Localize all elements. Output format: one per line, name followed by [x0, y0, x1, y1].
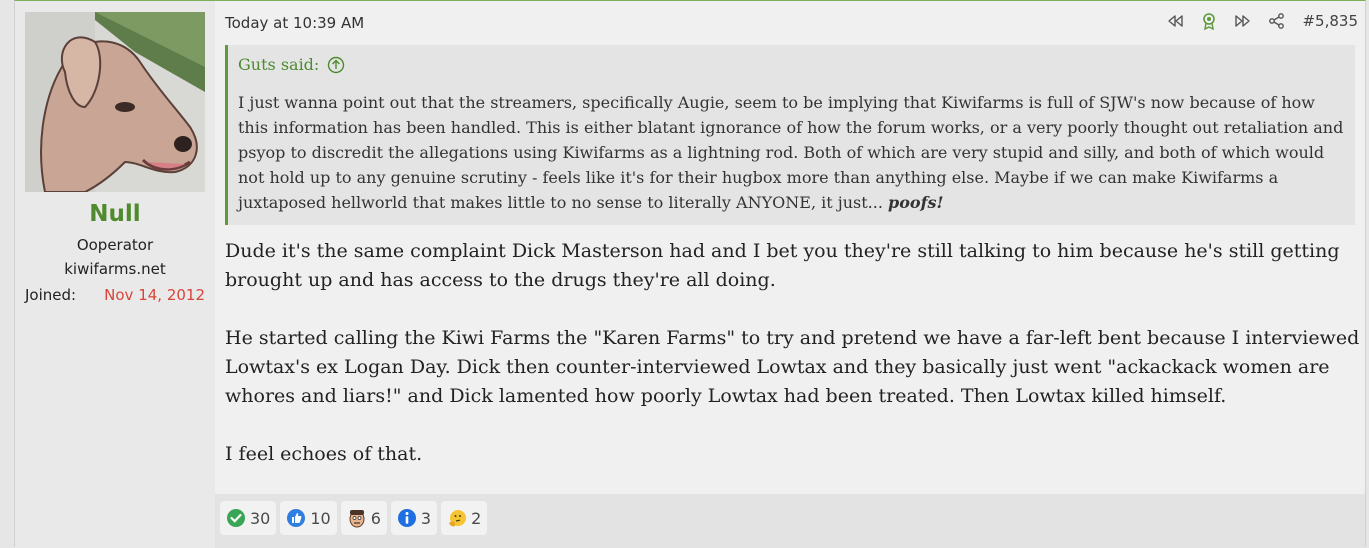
face-icon: [347, 508, 367, 528]
reaction-agree[interactable]: 30: [220, 501, 277, 535]
username[interactable]: Null: [15, 201, 215, 227]
user-info-panel: Null Ooperator kiwifarms.net Joined: Nov…: [15, 1, 215, 548]
reaction-face[interactable]: 6: [340, 501, 387, 535]
quote-text-body: I just wanna point out that the streamer…: [238, 93, 1344, 212]
post-paragraph: Dude it's the same complaint Dick Master…: [225, 240, 1340, 291]
reaction-count: 2: [471, 508, 482, 528]
quote-author[interactable]: Guts said:: [238, 55, 319, 74]
info-icon: [397, 508, 417, 528]
reaction-count: 10: [310, 508, 331, 528]
post-number[interactable]: #5,835: [1302, 12, 1358, 30]
post-timestamp[interactable]: Today at 10:39 AM: [225, 14, 364, 32]
reactions-bar: 30 10 6 3 2: [215, 494, 1365, 548]
reaction-count: 3: [420, 508, 432, 528]
quote-block: Guts said: I just wanna point out that t…: [225, 45, 1355, 225]
reaction-like[interactable]: 10: [280, 501, 337, 535]
reaction-count: 30: [250, 508, 271, 528]
post-paragraph: He started calling the Kiwi Farms the "K…: [225, 327, 1360, 407]
thumbs-up-icon: [286, 508, 306, 528]
arrow-up-circle-icon[interactable]: [327, 56, 345, 74]
user-host: kiwifarms.net: [64, 260, 166, 278]
share-icon[interactable]: [1268, 12, 1286, 30]
checkmark-icon: [226, 508, 246, 528]
joined-date: Nov 14, 2012: [104, 286, 205, 304]
reaction-informative[interactable]: 3: [390, 501, 438, 535]
reactions-list: 30 10 6 3 2: [220, 501, 488, 535]
post-body: Dude it's the same complaint Dick Master…: [225, 237, 1360, 498]
award-icon[interactable]: [1200, 12, 1218, 31]
quote-emphasis: poofs!: [888, 193, 944, 212]
user-avatar[interactable]: [25, 12, 205, 192]
post-actions: #5,835: [1166, 12, 1358, 31]
rewind-icon[interactable]: [1166, 12, 1184, 30]
quote-header[interactable]: Guts said:: [238, 55, 1345, 74]
post-container: Null Ooperator kiwifarms.net Joined: Nov…: [14, 0, 1366, 548]
reaction-count: 6: [370, 508, 381, 528]
fast-forward-icon[interactable]: [1234, 12, 1252, 30]
joined-label: Joined:: [25, 286, 77, 304]
post-paragraph: I feel echoes of that.: [225, 443, 423, 465]
thinking-icon: [447, 508, 467, 528]
user-title: Ooperator: [76, 236, 154, 254]
post-main: Today at 10:39 AM #5,835 Guts said: I ju…: [215, 1, 1365, 548]
reaction-thinking[interactable]: 2: [441, 501, 488, 535]
quote-text: I just wanna point out that the streamer…: [238, 90, 1345, 215]
